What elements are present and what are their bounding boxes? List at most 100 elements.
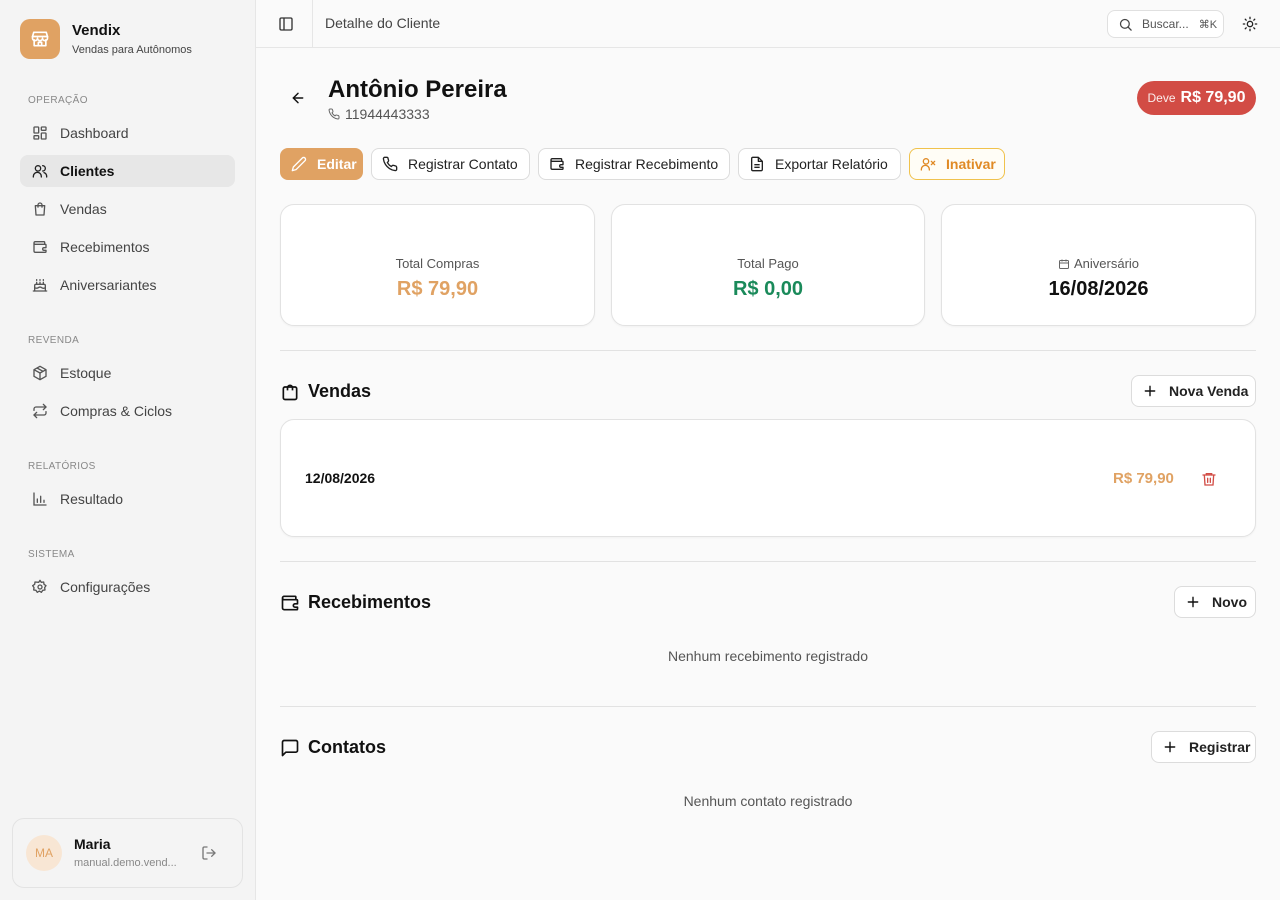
sidebar-item-label: Aniversariantes bbox=[60, 277, 157, 293]
cake-icon bbox=[32, 277, 48, 293]
user-card[interactable]: MA Maria manual.demo.vend... bbox=[12, 818, 243, 888]
section-title-text: Recebimentos bbox=[308, 592, 432, 612]
sidebar: Vendix Vendas para Autônomos OPERAÇÃO Da… bbox=[0, 0, 256, 900]
payments-section-title: Recebimentos bbox=[280, 592, 431, 613]
new-sale-button[interactable]: Nova Venda bbox=[1131, 375, 1256, 407]
sidebar-item-aniversariantes[interactable]: Aniversariantes bbox=[20, 269, 235, 301]
sidebar-toggle-icon[interactable] bbox=[278, 16, 294, 32]
stat-card-total-purchases: Total Compras R$ 79,90 bbox=[280, 204, 595, 326]
nav-section-title: RELATÓRIOS bbox=[28, 461, 96, 472]
page-title: Detalhe do Cliente bbox=[325, 15, 441, 31]
sidebar-item-label: Recebimentos bbox=[60, 239, 150, 255]
wallet-icon bbox=[549, 156, 565, 172]
search-button[interactable]: Buscar... ⌘K bbox=[1107, 10, 1224, 38]
sale-value: R$ 79,90 bbox=[1113, 470, 1174, 487]
contacts-empty-message: Nenhum contato registrado bbox=[683, 793, 853, 809]
sidebar-item-label: Compras & Ciclos bbox=[60, 403, 173, 419]
nav-section-operacao: OPERAÇÃO Dashboard Clientes Vendas Receb… bbox=[20, 93, 235, 301]
nav-section-sistema: SISTEMA Configurações bbox=[20, 547, 235, 603]
stat-label: Aniversário bbox=[1073, 256, 1140, 271]
message-square-icon bbox=[280, 738, 300, 758]
top-header: Detalhe do Cliente Buscar... ⌘K bbox=[256, 0, 1280, 48]
repeat-icon bbox=[32, 403, 48, 419]
debt-value: R$ 79,90 bbox=[1180, 89, 1246, 106]
debt-badge: Deve R$ 79,90 bbox=[1137, 81, 1256, 115]
package-icon bbox=[32, 365, 48, 381]
trash-icon[interactable] bbox=[1201, 471, 1217, 487]
sidebar-item-label: Clientes bbox=[60, 163, 115, 179]
nav-section-title: OPERAÇÃO bbox=[28, 95, 88, 106]
nav-section-title: REVENDA bbox=[28, 335, 80, 346]
avatar: MA bbox=[26, 835, 62, 871]
shopping-bag-icon bbox=[280, 382, 300, 402]
nav-section-revenda: REVENDA Estoque Compras & Ciclos bbox=[20, 333, 235, 427]
sidebar-item-label: Dashboard bbox=[60, 125, 129, 141]
sidebar-item-compras-ciclos[interactable]: Compras & Ciclos bbox=[20, 395, 235, 427]
new-payment-button[interactable]: Novo bbox=[1174, 586, 1256, 618]
store-icon bbox=[20, 19, 60, 59]
sidebar-item-estoque[interactable]: Estoque bbox=[20, 357, 235, 389]
sidebar-item-vendas[interactable]: Vendas bbox=[20, 193, 235, 225]
register-payment-button[interactable]: Registrar Recebimento bbox=[538, 148, 730, 180]
export-report-label: Exportar Relatório bbox=[775, 156, 888, 172]
logout-icon[interactable] bbox=[201, 845, 217, 861]
register-contact-label: Registrar Contato bbox=[408, 156, 518, 172]
section-title-text: Contatos bbox=[308, 737, 386, 757]
section-title-text: Vendas bbox=[308, 381, 372, 401]
users-icon bbox=[32, 163, 48, 179]
wallet-icon bbox=[280, 593, 300, 613]
section-divider bbox=[280, 561, 1256, 562]
export-report-button[interactable]: Exportar Relatório bbox=[738, 148, 901, 180]
register-payment-label: Registrar Recebimento bbox=[575, 156, 719, 172]
customer-phone-value: 11944443333 bbox=[345, 106, 430, 122]
back-arrow-icon[interactable] bbox=[290, 90, 306, 106]
edit-button[interactable]: Editar bbox=[280, 148, 363, 180]
user-name: Maria bbox=[74, 836, 111, 852]
user-x-icon bbox=[920, 156, 936, 172]
sidebar-item-configuracoes[interactable]: Configurações bbox=[20, 571, 235, 603]
sidebar-item-label: Vendas bbox=[60, 201, 107, 217]
brand[interactable]: Vendix Vendas para Autônomos bbox=[20, 19, 192, 59]
customer-phone: 11944443333 bbox=[328, 106, 430, 122]
phone-icon bbox=[328, 108, 340, 120]
customer-name: Antônio Pereira bbox=[328, 76, 507, 103]
edit-button-label: Editar bbox=[317, 156, 357, 172]
plus-icon bbox=[1186, 595, 1200, 609]
sidebar-item-recebimentos[interactable]: Recebimentos bbox=[20, 231, 235, 263]
sidebar-item-dashboard[interactable]: Dashboard bbox=[20, 117, 235, 149]
sidebar-item-label: Configurações bbox=[60, 579, 151, 595]
search-shortcut: ⌘K bbox=[1198, 18, 1218, 31]
register-contact-add-label: Registrar bbox=[1189, 739, 1251, 755]
section-divider bbox=[280, 350, 1256, 351]
sidebar-item-clientes[interactable]: Clientes bbox=[20, 155, 235, 187]
search-label: Buscar... bbox=[1142, 17, 1189, 31]
stat-value: R$ 0,00 bbox=[732, 278, 804, 300]
sidebar-item-label: Resultado bbox=[60, 491, 124, 507]
sidebar-item-resultado[interactable]: Resultado bbox=[20, 483, 235, 515]
user-email: manual.demo.vend... bbox=[74, 857, 177, 869]
sun-icon[interactable] bbox=[1242, 16, 1258, 32]
deactivate-button[interactable]: Inativar bbox=[909, 148, 1005, 180]
register-contact-add-button[interactable]: Registrar bbox=[1151, 731, 1256, 763]
plus-icon bbox=[1143, 384, 1157, 398]
settings-icon bbox=[32, 579, 48, 595]
calendar-icon bbox=[1058, 258, 1070, 270]
plus-icon bbox=[1163, 740, 1177, 754]
deactivate-label: Inativar bbox=[946, 156, 996, 172]
stat-label: Total Pago bbox=[737, 256, 799, 271]
new-sale-label: Nova Venda bbox=[1169, 383, 1249, 399]
contacts-section-title: Contatos bbox=[280, 737, 386, 758]
file-text-icon bbox=[749, 156, 765, 172]
sales-section-title: Vendas bbox=[280, 381, 371, 402]
search-icon bbox=[1118, 17, 1133, 32]
header-divider bbox=[312, 0, 313, 48]
debt-label: Deve bbox=[1147, 91, 1176, 105]
sale-list-item[interactable]: 12/08/2026 R$ 79,90 bbox=[280, 419, 1256, 537]
phone-icon bbox=[382, 156, 398, 172]
section-divider bbox=[280, 706, 1256, 707]
sale-date: 12/08/2026 bbox=[305, 470, 376, 486]
stat-label: Total Compras bbox=[395, 256, 480, 271]
brand-subtitle: Vendas para Autônomos bbox=[72, 43, 192, 56]
shopping-bag-icon bbox=[32, 201, 48, 217]
register-contact-button[interactable]: Registrar Contato bbox=[371, 148, 530, 180]
